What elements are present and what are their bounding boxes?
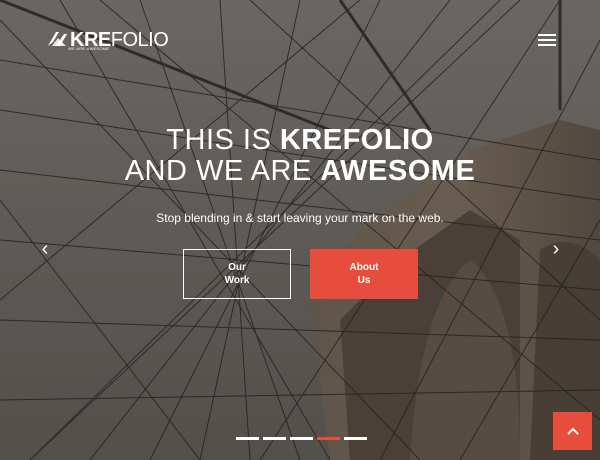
slide-indicator-3[interactable] [290,437,313,440]
slider-pagination [236,437,367,440]
hero-subtitle: Stop blending in & start leaving your ma… [156,211,444,225]
next-slide-arrow-icon[interactable]: › [549,238,563,261]
logo-tagline: WE ARE AWESOME [68,46,110,51]
hero-headline-line1: THIS IS KREFOLIO [166,124,434,156]
our-work-button[interactable]: Our Work [183,249,291,299]
krefolio-logo-mark [48,32,67,46]
slide-indicator-2[interactable] [263,437,286,440]
chevron-up-icon [566,427,579,435]
hero-slider [0,0,600,460]
previous-slide-arrow-icon[interactable]: ‹ [38,238,52,261]
hero-dark-overlay [0,0,600,460]
slide-indicator-1[interactable] [236,437,259,440]
about-us-button[interactable]: About Us [310,249,418,299]
back-to-top-button[interactable] [553,412,592,450]
slide-indicator-5[interactable] [344,437,367,440]
hero-headline-line2: AND WE ARE AWESOME [124,155,476,187]
slide-indicator-4[interactable] [317,437,340,440]
hamburger-menu-icon[interactable] [538,34,556,48]
